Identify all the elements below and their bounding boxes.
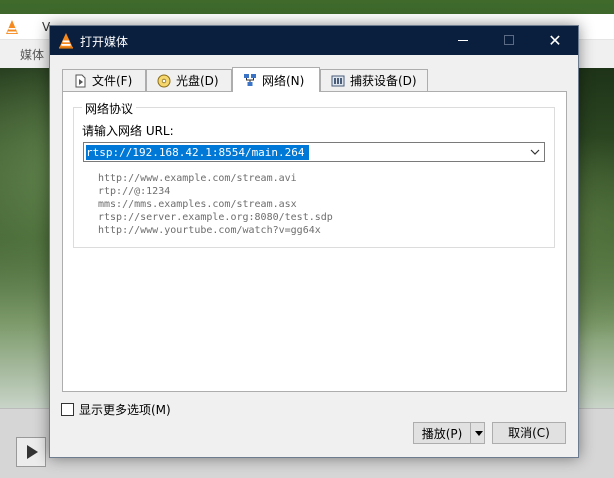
close-button[interactable]: ✕ [532, 26, 578, 55]
tab-disc-label: 光盘(D) [176, 74, 219, 88]
open-media-dialog: 打开媒体 ✕ 文件(F) 光盘(D) 网络(N) 捕获设备(D) 网络协议 请输… [49, 25, 579, 458]
group-title: 网络协议 [82, 100, 137, 117]
play-pause-button[interactable] [16, 437, 46, 467]
more-options-toggle[interactable]: 显示更多选项(M) [61, 401, 171, 418]
tab-disc[interactable]: 光盘(D) [146, 69, 232, 91]
url-input[interactable] [86, 144, 522, 160]
vlc-logo-icon [6, 20, 18, 34]
example-url: http://www.yourtube.com/watch?v=gg64x [98, 225, 321, 236]
play-button-label: 播放(P) [421, 426, 463, 441]
tab-network[interactable]: 网络(N) [232, 67, 320, 92]
tab-file[interactable]: 文件(F) [62, 69, 146, 91]
network-protocol-group: 网络协议 请输入网络 URL: http://www.example.com/s… [73, 100, 555, 248]
menu-item-media[interactable]: 媒体 [20, 46, 44, 63]
network-icon [244, 74, 256, 86]
url-label: 请输入网络 URL: [82, 124, 174, 138]
tab-file-label: 文件(F) [92, 74, 133, 88]
close-icon: ✕ [548, 31, 562, 50]
disc-icon [157, 74, 171, 87]
dialog-title: 打开媒体 [80, 35, 129, 49]
play-options-dropdown-icon[interactable] [471, 423, 484, 443]
tab-capture-device-label: 捕获设备(D) [350, 74, 417, 88]
capture-device-icon [331, 75, 345, 86]
url-examples: http://www.example.com/stream.avi rtp://… [98, 172, 333, 237]
tab-network-label: 网络(N) [262, 73, 305, 88]
dialog-title-bar[interactable]: 打开媒体 ✕ [50, 26, 578, 55]
example-url: rtp://@:1234 [98, 186, 171, 197]
url-combobox[interactable] [83, 142, 545, 162]
file-icon [75, 74, 86, 87]
example-url: http://www.example.com/stream.avi [98, 173, 297, 184]
cancel-button[interactable]: 取消(C) [492, 422, 566, 444]
maximize-icon [504, 35, 514, 45]
play-button[interactable]: 播放(P) [413, 422, 485, 444]
tab-capture-device[interactable]: 捕获设备(D) [320, 69, 428, 91]
network-tab-panel: 网络协议 请输入网络 URL: http://www.example.com/s… [62, 91, 567, 392]
example-url: mms://mms.examples.com/stream.asx [98, 199, 297, 210]
maximize-button [486, 26, 532, 55]
minimize-icon [458, 39, 468, 41]
more-options-checkbox[interactable] [61, 403, 74, 416]
more-options-label: 显示更多选项(M) [79, 403, 171, 417]
minimize-button[interactable] [440, 26, 486, 55]
chevron-down-icon[interactable] [528, 146, 542, 158]
example-url: rtsp://server.example.org:8080/test.sdp [98, 212, 333, 223]
vlc-cone-icon [59, 33, 73, 49]
